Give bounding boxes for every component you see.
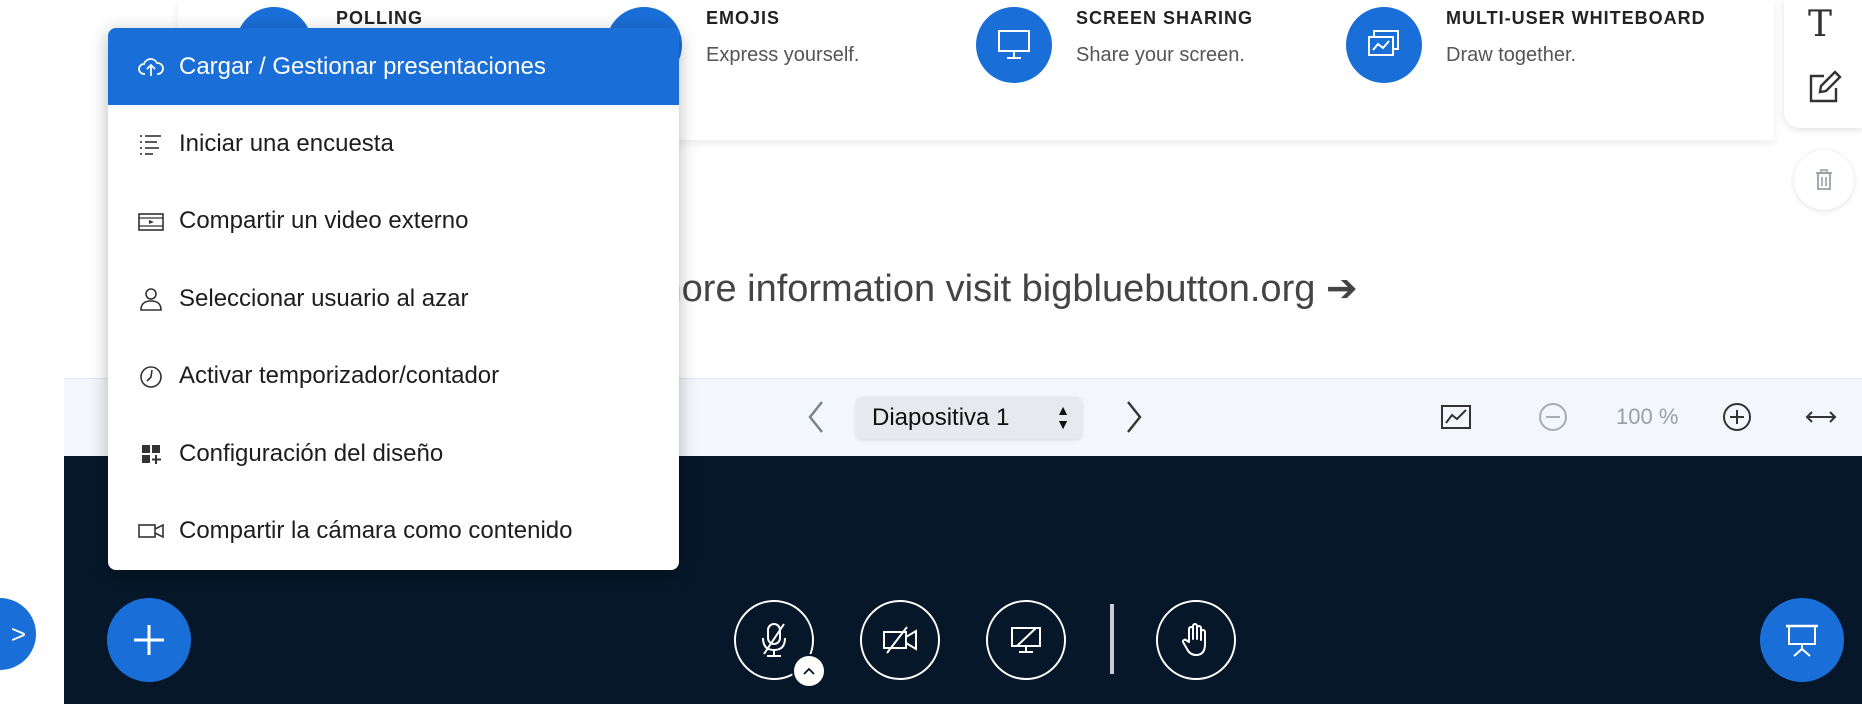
share-webcam-button[interactable] (860, 600, 940, 680)
chevron-left-icon (808, 401, 823, 433)
feature-description: Draw together. (1446, 44, 1577, 66)
menu-item-label: Configuración del diseño (179, 439, 444, 467)
menu-item-label: Iniciar una encuesta (179, 130, 394, 158)
menu-item-share-camera-as-content[interactable]: Compartir la cámara como contenido (108, 492, 679, 569)
delete-button[interactable] (1794, 150, 1854, 210)
fit-width-button[interactable] (1804, 406, 1838, 433)
fit-width-icon (1805, 411, 1837, 423)
raise-hand-button[interactable] (1156, 600, 1236, 680)
previous-slide-button[interactable] (802, 398, 830, 441)
toggle-chart-button[interactable] (1440, 403, 1472, 436)
chart-icon (1441, 405, 1471, 429)
toggle-presentation-button[interactable] (1760, 598, 1844, 682)
menu-item-label: Compartir la cámara como contenido (179, 517, 573, 545)
feature-title: POLLING (336, 8, 423, 28)
action-bar-divider (1110, 604, 1114, 674)
note-tool-icon[interactable] (1806, 68, 1844, 111)
text-tool-icon[interactable]: T (1808, 4, 1832, 45)
feature-title: EMOJIS (706, 8, 781, 28)
feature-description: Express yourself. (706, 44, 860, 66)
feature-title: SCREEN SHARING (1076, 8, 1254, 28)
list-icon (138, 131, 164, 157)
upload-cloud-icon (138, 54, 164, 80)
menu-item-label: Seleccionar usuario al azar (179, 284, 469, 312)
zoom-level: 100 % (1616, 404, 1679, 429)
video-off-icon (883, 626, 917, 654)
slide-select[interactable]: Diapositiva 1 ▲ ▼ (856, 397, 1082, 439)
chevron-up-icon (803, 667, 815, 675)
menu-item-label: Activar temporizador/contador (179, 362, 500, 390)
menu-item-upload-presentations[interactable]: Cargar / Gestionar presentaciones (108, 28, 679, 106)
info-link[interactable]: more information visit bigbluebutton.org… (650, 266, 1358, 311)
hand-icon (1182, 623, 1206, 656)
chevron-right-icon (1127, 401, 1142, 433)
actions-menu: Cargar / Gestionar presentaciones Inicia… (108, 28, 679, 570)
select-arrows-icon: ▲ ▼ (1056, 402, 1070, 432)
selected-slide-label: Diapositiva 1 (872, 404, 1010, 431)
clock-icon (138, 364, 164, 390)
chevron-right-icon: > (10, 618, 26, 649)
zoom-out-icon (1539, 403, 1567, 431)
info-link-text: more information visit bigbluebutton.org (650, 268, 1316, 310)
menu-item-select-random-user[interactable]: Seleccionar usuario al azar (108, 260, 679, 337)
expand-panel-button[interactable]: > (0, 598, 36, 670)
feature-title: MULTI-USER WHITEBOARD (1446, 8, 1706, 28)
menu-item-share-external-video[interactable]: Compartir un video externo (108, 183, 679, 260)
next-slide-button[interactable] (1120, 398, 1148, 441)
actions-button[interactable] (107, 598, 191, 682)
zoom-in-icon (1723, 403, 1751, 431)
audio-options-button[interactable] (792, 654, 826, 688)
layout-grid-icon (138, 441, 164, 467)
mic-off-icon (762, 623, 786, 657)
menu-item-layout-settings[interactable]: Configuración del diseño (108, 415, 679, 492)
whiteboard-icon (1346, 7, 1422, 83)
arrow-right-icon: ➔ (1325, 268, 1358, 310)
user-icon (138, 286, 164, 312)
trash-icon (1816, 169, 1832, 190)
menu-item-label: Compartir un video externo (179, 207, 469, 235)
menu-item-label: Cargar / Gestionar presentaciones (179, 52, 546, 80)
presentation-icon (1786, 624, 1818, 657)
camera-icon (138, 518, 164, 544)
monitor-icon (976, 7, 1052, 83)
zoom-out-button[interactable] (1538, 402, 1568, 437)
menu-item-activate-timer[interactable]: Activar temporizador/contador (108, 338, 679, 415)
video-film-icon (138, 209, 164, 235)
screen-share-off-icon (1011, 627, 1041, 653)
share-screen-button[interactable] (986, 600, 1066, 680)
plus-icon (134, 625, 164, 655)
feature-description: Share your screen. (1076, 44, 1245, 66)
menu-item-start-poll[interactable]: Iniciar una encuesta (108, 105, 679, 182)
zoom-in-button[interactable] (1722, 402, 1752, 437)
